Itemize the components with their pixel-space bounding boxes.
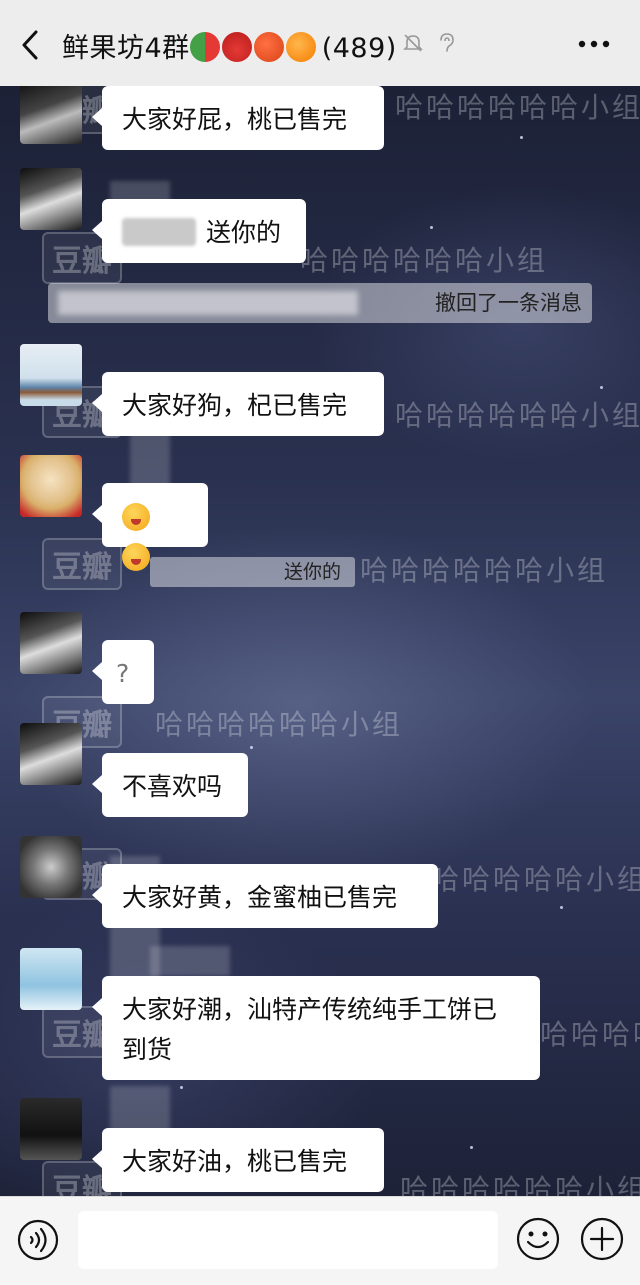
message-text: 大家好潮，汕特产传统纯手工饼已到货	[122, 995, 498, 1064]
quote-text: 送你的	[283, 561, 341, 583]
quote-chip[interactable]: 送你的	[150, 557, 355, 587]
message-text: 大家好黄，金蜜柚已售完	[122, 883, 398, 912]
message-text: ?	[116, 659, 130, 688]
message-bubble[interactable]: 大家好狗，杞已售完	[92, 372, 384, 436]
group-name: 鲜果坊4群	[62, 33, 190, 64]
orange-emoji	[285, 32, 316, 62]
blurred-content	[122, 218, 196, 246]
message-text: 大家好屁，桃已售完	[122, 105, 348, 134]
avatar[interactable]	[20, 168, 82, 230]
message-bubble[interactable]: 大家好黄，金蜜柚已售完	[92, 864, 438, 928]
chat-header: 鲜果坊4群 (489)	[0, 0, 640, 86]
message-bubble[interactable]: 送你的	[92, 199, 306, 263]
member-count: (489)	[321, 33, 397, 64]
input-bar	[0, 1196, 640, 1285]
watermark-text: 哈哈哈哈哈哈小组	[395, 91, 640, 124]
message-bubble[interactable]	[92, 483, 208, 571]
message-bubble[interactable]: 大家好油，桃已售完	[92, 1128, 384, 1192]
message-text: 不喜欢吗	[122, 772, 223, 801]
watermark-text: 哈哈哈哈哈哈小组	[300, 244, 549, 277]
voice-icon[interactable]	[17, 1219, 59, 1261]
message-bubble[interactable]: 不喜欢吗	[92, 753, 248, 817]
avatar[interactable]	[20, 948, 82, 1010]
tongue-emoji	[122, 543, 150, 571]
chat-title: 鲜果坊4群 (489)	[62, 26, 397, 65]
more-icon[interactable]	[578, 40, 610, 48]
emoji-icon[interactable]	[516, 1217, 560, 1261]
recall-text: 撤回了一条消息	[435, 291, 582, 315]
avatar[interactable]	[20, 612, 82, 674]
strawberry-emoji	[221, 32, 252, 62]
message-input[interactable]	[78, 1211, 498, 1269]
avatar[interactable]	[20, 836, 82, 898]
watermark-text: 哈哈哈哈哈哈小组	[540, 1018, 640, 1051]
mute-icon	[403, 34, 423, 52]
watermelon-emoji	[189, 32, 220, 62]
message-bubble[interactable]: 大家好屁，桃已售完	[92, 86, 384, 150]
avatar[interactable]	[20, 344, 82, 406]
message-text: 送你的	[206, 218, 282, 247]
avatar[interactable]	[20, 455, 82, 517]
message-bubble[interactable]: ?	[92, 640, 154, 704]
tongue-emoji	[122, 503, 150, 531]
message-text: 大家好油，桃已售完	[122, 1147, 348, 1176]
avatar[interactable]	[20, 1098, 82, 1160]
message-bubble[interactable]: 大家好潮，汕特产传统纯手工饼已到货	[92, 976, 540, 1080]
blurred-content	[58, 291, 358, 315]
chat-area[interactable]: 哈哈哈哈哈哈小组 哈哈哈哈哈哈小组 哈哈哈哈哈哈小组 哈哈哈哈哈哈小组 哈哈哈哈…	[0, 86, 640, 1196]
back-icon[interactable]	[16, 28, 46, 62]
plus-icon[interactable]	[580, 1217, 624, 1261]
watermark-text: 哈哈哈哈哈哈小组	[400, 1173, 640, 1196]
avatar[interactable]	[20, 723, 82, 785]
message-text: 大家好狗，杞已售完	[122, 391, 348, 420]
recall-notice: 撤回了一条消息	[48, 283, 592, 323]
watermark-text: 哈哈哈哈哈哈小组	[360, 554, 609, 587]
watermark-text: 哈哈哈哈哈哈小组	[395, 399, 640, 432]
tomato-emoji	[253, 32, 284, 62]
watermark-text: 哈哈哈哈哈哈小组	[155, 708, 404, 741]
avatar[interactable]	[20, 86, 82, 144]
earpiece-icon	[440, 33, 454, 52]
